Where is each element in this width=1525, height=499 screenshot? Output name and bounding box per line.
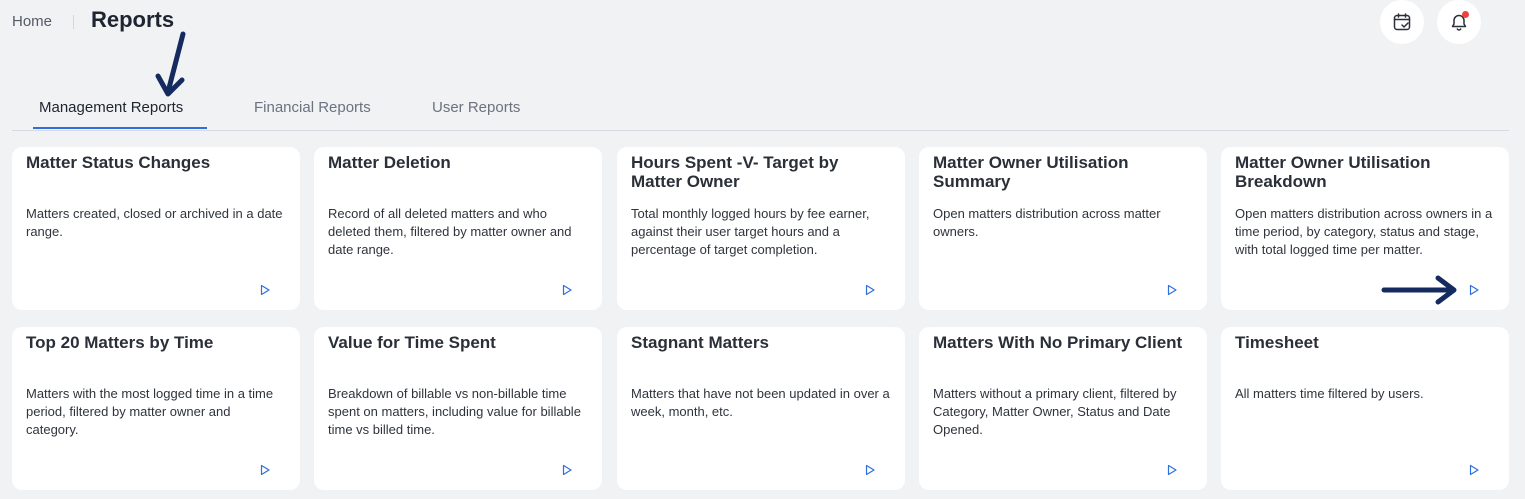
- notification-badge: [1462, 11, 1469, 18]
- card-description: Breakdown of billable vs non-billable ti…: [328, 386, 581, 437]
- report-card-value-for-time-spent[interactable]: Value for Time Spent Breakdown of billab…: [314, 327, 602, 490]
- card-description: Matters with the most logged time in a t…: [26, 386, 274, 437]
- play-icon[interactable]: [864, 464, 876, 476]
- card-title: Matter Status Changes: [26, 153, 211, 172]
- report-card-matter-owner-utilisation-breakdown[interactable]: Matter Owner Utilisation Breakdown Open …: [1221, 147, 1509, 310]
- play-icon[interactable]: [561, 284, 573, 296]
- card-description: Matters that have not been updated in ov…: [631, 386, 890, 419]
- report-card-top-20-matters-by-time[interactable]: Top 20 Matters by Time Matters with the …: [12, 327, 300, 490]
- card-title: Matters With No Primary Client: [933, 333, 1183, 352]
- tab-user-reports[interactable]: User Reports: [432, 99, 520, 116]
- report-card-matter-owner-utilisation-summary[interactable]: Matter Owner Utilisation Summary Open ma…: [919, 147, 1207, 310]
- card-title: Hours Spent -V- Target by Matter Owner: [631, 153, 839, 191]
- report-card-timesheet[interactable]: Timesheet All matters time filtered by u…: [1221, 327, 1509, 490]
- tab-management-reports[interactable]: Management Reports: [39, 99, 183, 116]
- play-icon[interactable]: [1468, 284, 1480, 296]
- card-description: Open matters distribution across owners …: [1235, 206, 1493, 257]
- play-icon[interactable]: [259, 284, 271, 296]
- card-title: Timesheet: [1235, 333, 1319, 352]
- top-bar: Home Reports: [0, 0, 1525, 50]
- card-title: Matter Owner Utilisation Breakdown: [1235, 153, 1431, 191]
- breadcrumb-home[interactable]: Home: [12, 13, 52, 30]
- card-description: Matters created, closed or archived in a…: [26, 206, 283, 239]
- page-title: Reports: [91, 7, 175, 32]
- play-icon[interactable]: [1166, 284, 1178, 296]
- card-title: Stagnant Matters: [631, 333, 769, 352]
- card-title: Value for Time Spent: [328, 333, 496, 352]
- play-icon[interactable]: [864, 284, 876, 296]
- calendar-check-icon: [1393, 13, 1411, 31]
- play-icon[interactable]: [259, 464, 271, 476]
- report-card-stagnant-matters[interactable]: Stagnant Matters Matters that have not b…: [617, 327, 905, 490]
- card-description: Record of all deleted matters and who de…: [328, 206, 572, 257]
- report-card-matter-deletion[interactable]: Matter Deletion Record of all deleted ma…: [314, 147, 602, 310]
- play-icon[interactable]: [561, 464, 573, 476]
- active-tab-indicator: [33, 127, 207, 129]
- card-description: All matters time filtered by users.: [1235, 386, 1424, 401]
- breadcrumb-separator: [73, 15, 74, 29]
- card-title: Matter Owner Utilisation Summary: [933, 153, 1129, 191]
- notifications-button[interactable]: [1437, 0, 1481, 44]
- tab-financial-reports[interactable]: Financial Reports: [254, 99, 371, 116]
- play-icon[interactable]: [1166, 464, 1178, 476]
- card-title: Matter Deletion: [328, 153, 451, 172]
- card-title: Top 20 Matters by Time: [26, 333, 214, 352]
- report-card-matter-status-changes[interactable]: Matter Status Changes Matters created, c…: [12, 147, 300, 310]
- report-card-hours-spent-vs-target[interactable]: Hours Spent -V- Target by Matter Owner T…: [617, 147, 905, 310]
- calendar-button[interactable]: [1380, 0, 1424, 44]
- play-icon[interactable]: [1468, 464, 1480, 476]
- report-card-matters-with-no-primary-client[interactable]: Matters With No Primary Client Matters w…: [919, 327, 1207, 490]
- card-description: Total monthly logged hours by fee earner…: [631, 206, 870, 257]
- report-tabs: Management Reports Financial Reports Use…: [12, 88, 1509, 131]
- card-description: Open matters distribution across matter …: [933, 206, 1161, 239]
- card-description: Matters without a primary client, filter…: [933, 386, 1177, 437]
